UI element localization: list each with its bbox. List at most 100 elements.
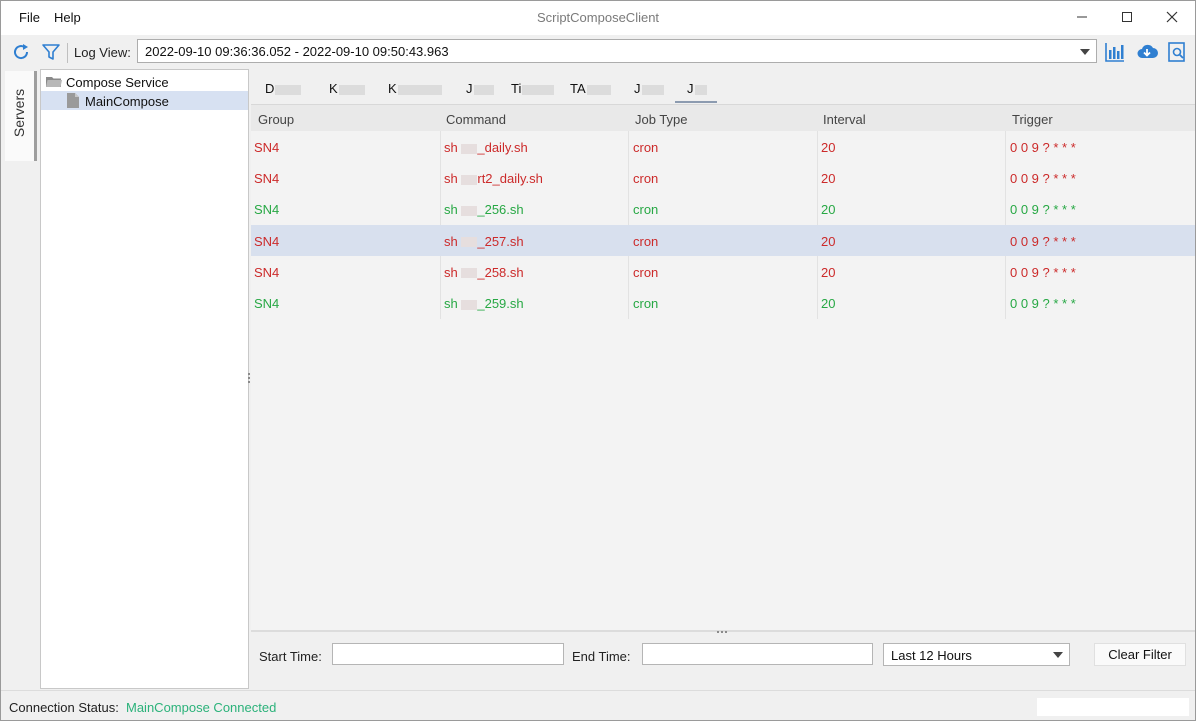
table-row[interactable]: SN4 sh _257.sh cron 20 0 0 9 ? * * * bbox=[251, 224, 1195, 256]
command-cell: sh _258.sh bbox=[444, 265, 524, 280]
redacted-mark bbox=[338, 84, 365, 95]
server-tree: Compose Service MainCompose bbox=[40, 69, 249, 689]
minimize-button[interactable] bbox=[1059, 1, 1105, 33]
tree-node-main-compose[interactable]: MainCompose bbox=[41, 91, 248, 110]
interval-cell: 20 bbox=[821, 264, 836, 280]
download-button[interactable] bbox=[1135, 40, 1159, 64]
tab-5[interactable]: Ti bbox=[511, 81, 555, 96]
tab-1[interactable]: D bbox=[265, 81, 302, 96]
column-header-command[interactable]: Command bbox=[446, 112, 506, 127]
trigger-cell: 0 0 9 ? * * * bbox=[1010, 171, 1076, 187]
command-prefix: sh bbox=[444, 264, 458, 280]
log-view-select[interactable]: 2022-09-10 09:36:36.052 - 2022-09-10 09:… bbox=[137, 39, 1097, 63]
servers-tab[interactable]: Servers bbox=[5, 71, 37, 161]
filter-bar: Start Time: End Time: Last 12 Hours Clea… bbox=[251, 635, 1195, 689]
redacted-mark bbox=[461, 174, 478, 185]
table-row[interactable]: SN4 sh rt2_daily.sh cron 20 0 0 9 ? * * * bbox=[251, 162, 1195, 193]
command-suffix: _257.sh bbox=[477, 233, 524, 249]
redacted-mark bbox=[461, 299, 478, 310]
group-cell: SN4 bbox=[254, 140, 280, 155]
interval-cell: 20 bbox=[821, 171, 836, 187]
tree-node-compose-service[interactable]: Compose Service bbox=[41, 72, 248, 91]
command-suffix: _258.sh bbox=[477, 264, 524, 280]
job-tabs: D K K J Ti TA J J bbox=[251, 69, 1195, 105]
job-type-cell: cron bbox=[633, 171, 659, 187]
table-row[interactable]: SN4 sh _259.sh cron 20 0 0 9 ? * * * bbox=[251, 287, 1195, 318]
column-header-interval[interactable]: Interval bbox=[823, 112, 866, 127]
tab-3[interactable]: K bbox=[388, 81, 442, 96]
file-icon bbox=[67, 93, 79, 108]
chart-button[interactable] bbox=[1103, 40, 1127, 64]
group-cell: SN4 bbox=[254, 264, 280, 280]
table-header: Group Command Job Type Interval Trigger bbox=[251, 105, 1195, 131]
toolbar: Log View: 2022-09-10 09:36:36.052 - 2022… bbox=[1, 35, 1195, 69]
toolbar-separator bbox=[67, 43, 68, 63]
connection-status-label: Connection Status: bbox=[9, 700, 119, 715]
maximize-icon bbox=[1122, 12, 1132, 22]
clear-filter-button[interactable]: Clear Filter bbox=[1094, 643, 1186, 666]
start-time-input[interactable] bbox=[332, 643, 564, 665]
job-type-cell: cron bbox=[633, 140, 659, 155]
group-cell: SN4 bbox=[254, 202, 280, 218]
trigger-cell: 0 0 9 ? * * * bbox=[1010, 140, 1076, 155]
end-time-label: End Time: bbox=[572, 649, 631, 664]
column-header-group[interactable]: Group bbox=[258, 112, 294, 127]
cloud-download-icon bbox=[1137, 44, 1158, 58]
redacted-mark bbox=[275, 84, 302, 95]
filter-button[interactable] bbox=[39, 40, 63, 64]
group-cell: SN4 bbox=[254, 296, 280, 311]
command-prefix: sh bbox=[444, 202, 458, 218]
column-header-job-type[interactable]: Job Type bbox=[635, 112, 688, 127]
status-bar: Connection Status: MainCompose Connected bbox=[1, 690, 1195, 720]
horizontal-splitter-handle[interactable] bbox=[717, 631, 731, 634]
job-type-cell: cron bbox=[633, 296, 659, 311]
job-type-cell: cron bbox=[633, 264, 659, 280]
command-cell: sh _256.sh bbox=[444, 202, 524, 217]
jobs-table: Group Command Job Type Interval Trigger … bbox=[251, 105, 1195, 630]
command-suffix: _256.sh bbox=[477, 202, 524, 218]
command-cell: sh _259.sh bbox=[444, 296, 524, 311]
servers-tab-label: Servers bbox=[11, 88, 27, 138]
redacted-mark bbox=[586, 84, 611, 95]
report-button[interactable] bbox=[1165, 40, 1189, 64]
time-range-select[interactable]: Last 12 Hours bbox=[883, 643, 1070, 666]
trigger-cell: 0 0 9 ? * * * bbox=[1010, 264, 1076, 280]
active-tab-indicator bbox=[675, 101, 717, 103]
group-cell: SN4 bbox=[254, 171, 280, 187]
command-prefix: sh bbox=[444, 140, 458, 155]
refresh-icon bbox=[14, 44, 29, 60]
redacted-mark bbox=[461, 237, 478, 248]
end-time-input[interactable] bbox=[642, 643, 873, 665]
title-bar: File Help ScriptComposeClient bbox=[1, 1, 1195, 35]
minimize-icon bbox=[1077, 16, 1087, 18]
job-type-cell: cron bbox=[633, 202, 659, 218]
interval-cell: 20 bbox=[821, 202, 836, 218]
column-header-trigger[interactable]: Trigger bbox=[1012, 112, 1053, 127]
command-prefix: sh bbox=[444, 171, 458, 187]
search-report-icon bbox=[1168, 42, 1185, 62]
refresh-button[interactable] bbox=[9, 40, 33, 64]
job-type-cell: cron bbox=[633, 233, 659, 249]
maximize-button[interactable] bbox=[1104, 1, 1150, 33]
redacted-mark bbox=[397, 84, 442, 95]
tab-7[interactable]: J bbox=[634, 81, 664, 96]
folder-icon bbox=[46, 77, 62, 87]
table-row[interactable]: SN4 sh _daily.sh cron 20 0 0 9 ? * * * bbox=[251, 131, 1195, 162]
close-button[interactable] bbox=[1149, 1, 1195, 33]
redacted-mark bbox=[694, 84, 707, 95]
tab-2[interactable]: K bbox=[329, 81, 365, 96]
redacted-mark bbox=[461, 268, 478, 279]
app-window: File Help ScriptComposeClient Log View: bbox=[0, 0, 1196, 721]
tab-4[interactable]: J bbox=[466, 81, 494, 96]
tab-8-active[interactable]: J bbox=[687, 81, 707, 96]
tree-node-label: MainCompose bbox=[85, 94, 169, 109]
status-progress-area bbox=[1037, 698, 1189, 716]
command-prefix: sh bbox=[444, 296, 458, 311]
table-row[interactable]: SN4 sh _258.sh cron 20 0 0 9 ? * * * bbox=[251, 256, 1195, 287]
chevron-down-icon bbox=[1080, 49, 1090, 55]
connection-status-value: MainCompose Connected bbox=[126, 700, 277, 715]
table-row[interactable]: SN4 sh _256.sh cron 20 0 0 9 ? * * * bbox=[251, 193, 1195, 224]
command-cell: sh _257.sh bbox=[444, 234, 524, 249]
tab-6[interactable]: TA bbox=[570, 81, 611, 96]
window-title: ScriptComposeClient bbox=[536, 10, 660, 25]
